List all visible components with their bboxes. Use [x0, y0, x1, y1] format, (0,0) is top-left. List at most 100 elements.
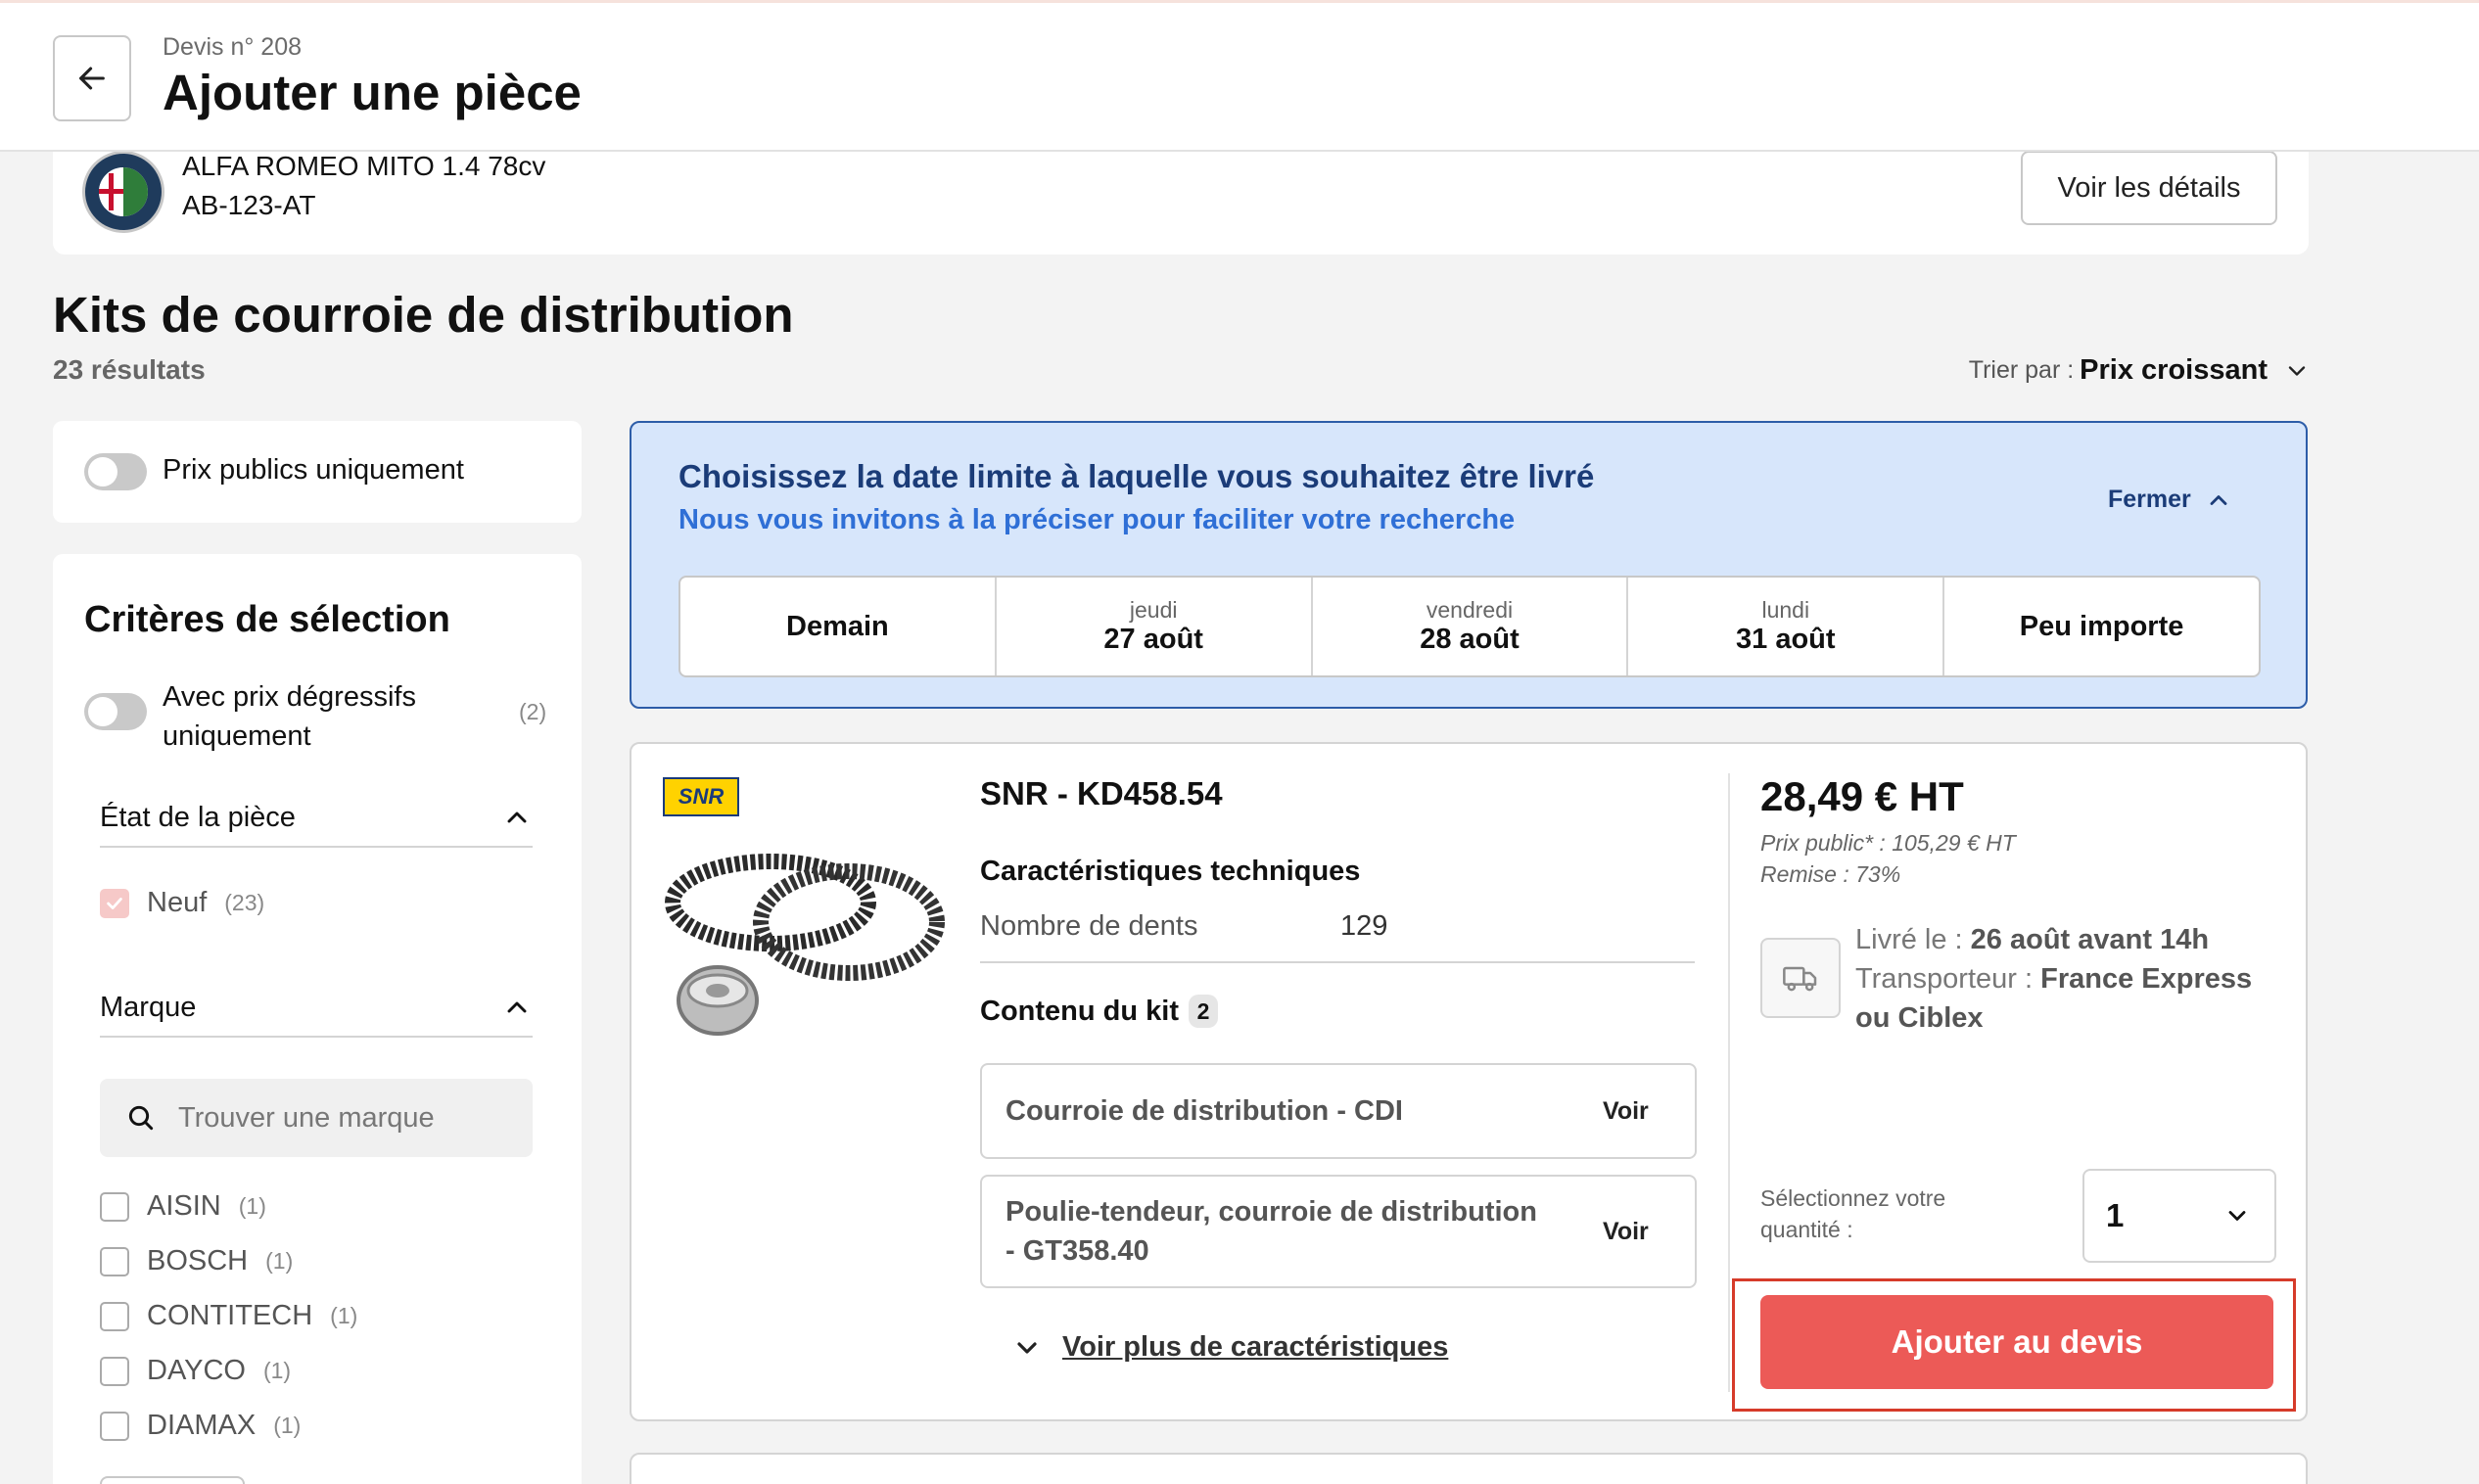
brand-section-title: Marque — [100, 991, 197, 1023]
state-new-checkbox[interactable] — [100, 888, 129, 918]
brand-logo: SNR — [663, 777, 739, 816]
brand-option-dayco[interactable]: DAYCO (1) — [100, 1355, 291, 1387]
date-option-label: Peu importe — [2019, 610, 2184, 642]
brand-option-contitech[interactable]: CONTITECH (1) — [100, 1300, 357, 1332]
brand-label: BOSCH — [147, 1245, 249, 1276]
date-option-label: Demain — [786, 610, 889, 642]
chevron-up-icon — [507, 812, 527, 823]
public-prices-toggle[interactable] — [84, 453, 147, 490]
brand-count: (1) — [238, 1193, 266, 1219]
show-more-brands-button[interactable] — [100, 1476, 245, 1484]
public-prices-label: Prix publics uniquement — [163, 454, 464, 486]
brand-checkbox[interactable] — [100, 1356, 129, 1386]
brand-label: DAYCO — [147, 1355, 246, 1386]
state-new-label: Neuf — [147, 887, 208, 918]
brand-option-bosch[interactable]: BOSCH (1) — [100, 1245, 293, 1277]
public-price: Prix public* : 105,29 € HT — [1760, 830, 2016, 856]
timing-belt-kit-image[interactable] — [663, 834, 947, 1049]
brand-label: AISIN — [147, 1190, 221, 1222]
chevron-down-icon — [1017, 1341, 1037, 1354]
close-delivery-panel-button[interactable]: Fermer — [2108, 486, 2232, 514]
degressive-count: (2) — [519, 699, 547, 724]
card-divider — [1728, 773, 1730, 1392]
quantity-select[interactable]: 1 — [2082, 1169, 2276, 1263]
brand-count: (1) — [330, 1303, 358, 1328]
kit-content-title: Contenu du kit 2 — [980, 995, 1218, 1028]
spec-value: 129 — [1340, 910, 1388, 942]
vehicle-plate: AB-123-AT — [182, 190, 316, 220]
brand-count: (1) — [265, 1248, 294, 1274]
brand-checkbox[interactable] — [100, 1191, 129, 1222]
delivery-subtitle: Nous vous invitons à la préciser pour fa… — [678, 504, 1516, 535]
search-icon — [128, 1105, 154, 1131]
brand-search-box — [100, 1079, 533, 1157]
date-option-label: 28 août — [1420, 624, 1520, 655]
close-label: Fermer — [2108, 486, 2191, 513]
discount: Remise : 73% — [1760, 861, 1901, 887]
truck-icon — [1760, 938, 1841, 1018]
kit-count-badge: 2 — [1188, 995, 1218, 1028]
brand-search-input[interactable] — [178, 1079, 511, 1157]
spec-key: Nombre de dents — [980, 910, 1198, 942]
delivery-date-panel: Choisissez la date limite à laquelle vou… — [630, 421, 2308, 709]
brand-section-header[interactable]: Marque — [100, 979, 533, 1038]
chevron-up-icon — [2210, 494, 2227, 505]
alfa-romeo-logo — [82, 151, 164, 233]
next-product-card — [630, 1453, 2308, 1484]
criteria-title: Critères de sélection — [84, 599, 450, 640]
date-option-any[interactable]: Peu importe — [1944, 578, 2259, 675]
delivery-title: Choisissez la date limite à laquelle vou… — [678, 458, 1595, 494]
date-option-label: 27 août — [1103, 624, 1203, 655]
brand-checkbox[interactable] — [100, 1411, 129, 1441]
brand-count: (1) — [262, 1358, 292, 1383]
date-option-tomorrow[interactable]: Demain — [680, 578, 997, 675]
spec-row: Nombre de dents 129 — [980, 897, 1695, 963]
brand-option-diamax[interactable]: DIAMAX (1) — [100, 1410, 301, 1442]
sort-label: Trier par : — [1968, 356, 2075, 384]
product-card: SNR SNR - KD458.54 Caractéristiques tech… — [630, 742, 2308, 1421]
product-price: 28,49 € HT — [1760, 773, 1964, 819]
kit-item: Courroie de distribution - CDI Voir — [980, 1063, 1697, 1159]
degressive-prices-label: Avec prix dégressifs uniquement — [163, 681, 416, 752]
more-specs-link[interactable]: Voir plus de caractéristiques — [1011, 1331, 1448, 1364]
sort-dropdown[interactable]: Trier par : Prix croissant — [1969, 354, 2311, 387]
brand-checkbox[interactable] — [100, 1246, 129, 1276]
brand-checkbox[interactable] — [100, 1301, 129, 1331]
check-icon — [107, 897, 122, 909]
category-title: Kits de courroie de distribution — [53, 287, 794, 343]
date-option-thursday[interactable]: jeudi 27 août — [997, 578, 1313, 675]
brand-label: CONTITECH — [147, 1300, 313, 1331]
add-to-quote-button[interactable]: Ajouter au devis — [1760, 1295, 2273, 1389]
date-option-friday[interactable]: vendredi 28 août — [1313, 578, 1629, 675]
delivery-date-options: Demain jeudi 27 août vendredi 28 août lu… — [678, 576, 2261, 677]
degressive-prices-toggle[interactable] — [84, 693, 147, 730]
chevron-down-icon — [2288, 365, 2306, 376]
quantity-label: Sélectionnez votre quantité : — [1760, 1185, 1946, 1242]
page-header: Devis n° 208 Ajouter une pièce — [0, 3, 2479, 152]
selection-criteria-panel: Critères de sélection Avec prix dégressi… — [53, 554, 582, 1484]
delivery-info: Livré le : 26 août avant 14h Transporteu… — [1855, 924, 2253, 1034]
view-details-button[interactable]: Voir les détails — [2021, 151, 2277, 225]
kit-item-view-button[interactable]: Voir — [1603, 1097, 1649, 1126]
brand-count: (1) — [273, 1413, 302, 1438]
part-state-section-header[interactable]: État de la pièce — [100, 789, 533, 848]
quote-number: Devis n° 208 — [163, 33, 303, 61]
arrow-left-icon — [79, 67, 105, 90]
product-name[interactable]: SNR - KD458.54 — [980, 775, 1223, 812]
chevron-down-icon — [2228, 1211, 2246, 1221]
back-button[interactable] — [53, 35, 131, 121]
brand-label: DIAMAX — [147, 1410, 257, 1441]
state-new-option[interactable]: Neuf (23) — [100, 887, 264, 919]
page-header-title: Ajouter une pièce — [163, 65, 582, 120]
kit-item: Poulie-tendeur, courroie de distribution… — [980, 1175, 1697, 1288]
kit-item-view-button[interactable]: Voir — [1603, 1218, 1649, 1246]
date-option-monday[interactable]: lundi 31 août — [1628, 578, 1945, 675]
brand-option-aisin[interactable]: AISIN (1) — [100, 1190, 266, 1223]
chevron-up-icon — [507, 1001, 527, 1013]
quantity-value: 1 — [2106, 1197, 2125, 1233]
date-option-label: 31 août — [1736, 624, 1836, 655]
kit-item-name: Poulie-tendeur, courroie de distribution… — [1006, 1196, 1537, 1267]
state-new-count: (23) — [224, 890, 265, 915]
date-option-day: vendredi — [1426, 597, 1514, 623]
part-state-title: État de la pièce — [100, 801, 296, 833]
